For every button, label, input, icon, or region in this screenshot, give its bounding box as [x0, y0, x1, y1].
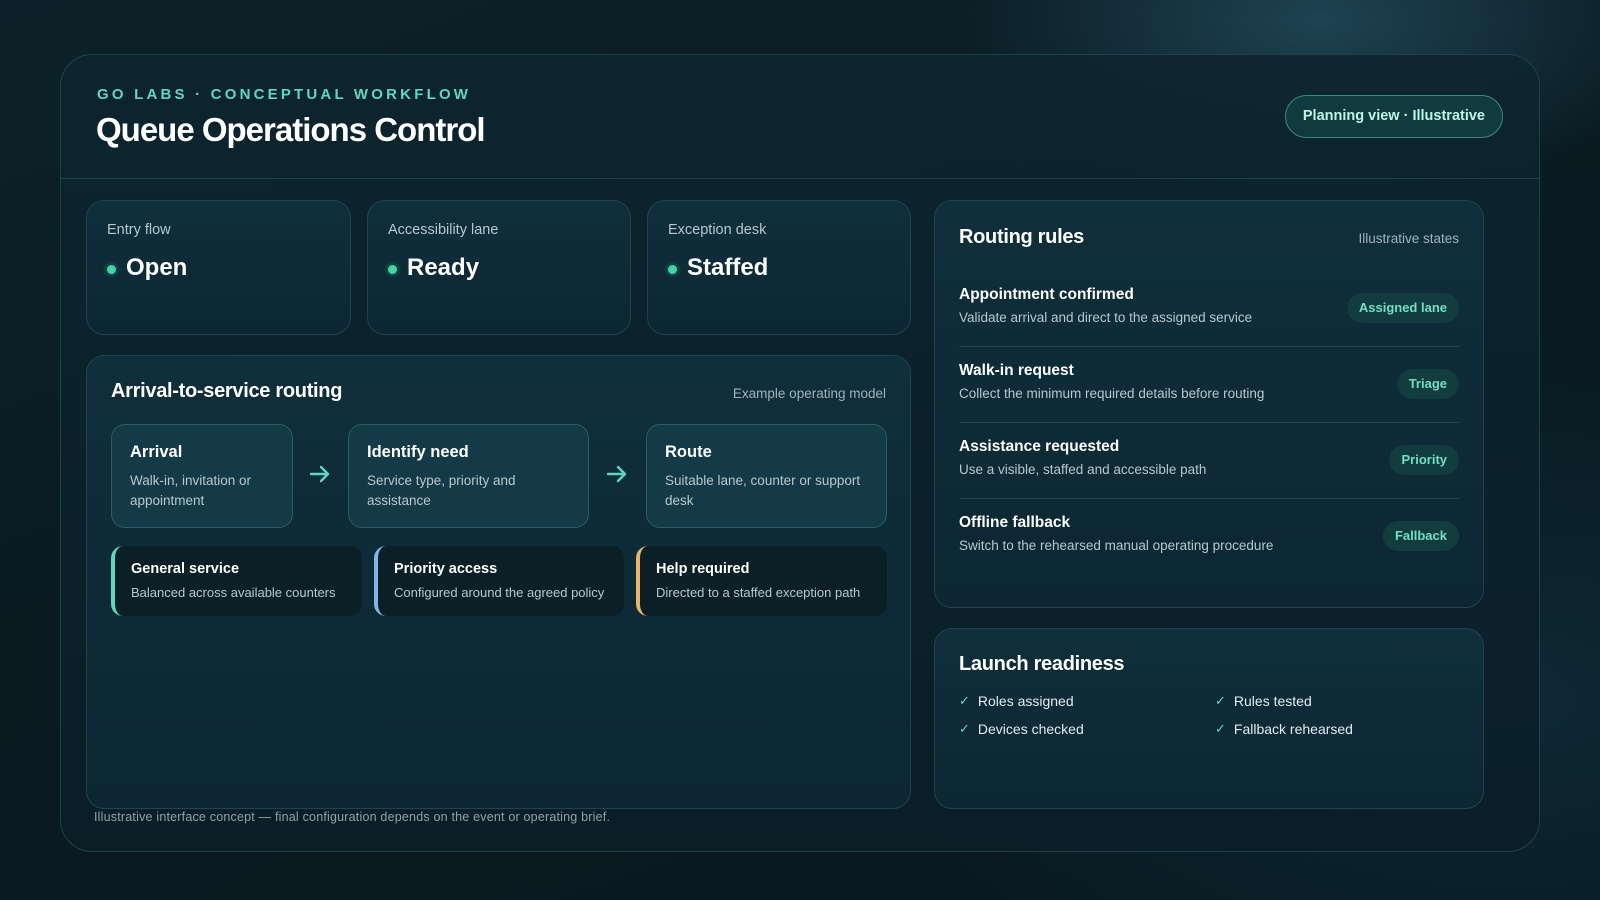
- stat-label: Accessibility lane: [388, 222, 499, 238]
- page-title: Queue Operations Control: [96, 111, 486, 148]
- rule-desc: Switch to the rehearsed manual operating…: [959, 538, 1274, 553]
- routing-panel: Arrival-to-service routing Example opera…: [86, 355, 911, 809]
- step-desc: Suitable lane, counter or support desk: [665, 473, 861, 508]
- rules-note: Illustrative states: [1358, 231, 1459, 246]
- stat-value: Ready: [388, 254, 479, 282]
- stat-value-text: Ready: [407, 254, 480, 281]
- step-title: Route: [665, 443, 712, 461]
- checklist-item: ✓ Devices checked: [959, 721, 1084, 737]
- stat-value-text: Open: [126, 254, 188, 281]
- lane-desc: Configured around the agreed policy: [394, 585, 605, 600]
- routing-title: Arrival-to-service routing: [111, 380, 343, 402]
- checklist-item: ✓ Rules tested: [1215, 693, 1312, 709]
- rule-tag: Priority: [1389, 445, 1459, 475]
- lane-desc: Balanced across available counters: [131, 585, 336, 600]
- check-icon: ✓: [959, 693, 970, 708]
- lane-desc: Directed to a staffed exception path: [656, 585, 861, 600]
- status-dot-icon: [107, 265, 116, 274]
- status-dot-icon: [388, 265, 397, 274]
- header: GO LABS · CONCEPTUAL WORKFLOW Queue Oper…: [61, 55, 1539, 179]
- stat-value: Open: [107, 254, 187, 282]
- rules-title: Routing rules: [959, 226, 1084, 248]
- lane-title: Help required: [656, 561, 750, 577]
- rule-tag: Fallback: [1382, 521, 1459, 551]
- step-card-identify-need: Identify need Service type, priority and…: [348, 424, 589, 528]
- step-card-arrival: Arrival Walk-in, invitation or appointme…: [111, 424, 293, 528]
- step-desc: Walk-in, invitation or appointment: [130, 473, 252, 508]
- readiness-title: Launch readiness: [959, 653, 1125, 675]
- stat-value: Staffed: [668, 254, 768, 282]
- eyebrow-label: GO LABS · CONCEPTUAL WORKFLOW: [97, 86, 472, 103]
- checklist-item: ✓ Roles assigned: [959, 693, 1074, 709]
- stat-card-accessibility-lane: Accessibility lane Ready: [367, 200, 631, 335]
- rule-title: Appointment confirmed: [959, 286, 1134, 303]
- stat-card-entry-flow: Entry flow Open: [86, 200, 351, 335]
- rule-row[interactable]: Offline fallback Switch to the rehearsed…: [959, 499, 1459, 575]
- rule-tag: Triage: [1396, 369, 1459, 399]
- checklist-item-label: Fallback rehearsed: [1233, 721, 1353, 737]
- rule-title: Offline fallback: [959, 514, 1071, 531]
- rule-desc: Use a visible, staffed and accessible pa…: [959, 462, 1207, 477]
- check-icon: ✓: [1215, 721, 1226, 736]
- step-card-route: Route Suitable lane, counter or support …: [646, 424, 887, 528]
- step-desc: Service type, priority and assistance: [367, 473, 516, 508]
- check-icon: ✓: [959, 721, 970, 736]
- checklist-item-label: Roles assigned: [977, 693, 1074, 709]
- rule-row[interactable]: Walk-in request Collect the minimum requ…: [959, 347, 1459, 423]
- rule-tag: Assigned lane: [1346, 293, 1459, 323]
- arrow-right-icon: [606, 465, 627, 483]
- lane-title: Priority access: [394, 561, 498, 577]
- view-mode-badge[interactable]: Planning view · Illustrative: [1284, 95, 1503, 138]
- rule-desc: Collect the minimum required details bef…: [959, 386, 1265, 401]
- stat-label: Exception desk: [668, 222, 767, 238]
- rule-row[interactable]: Assistance requested Use a visible, staf…: [959, 423, 1459, 499]
- footer-disclaimer: Illustrative interface concept — final c…: [94, 810, 611, 824]
- dashboard-frame: GO LABS · CONCEPTUAL WORKFLOW Queue Oper…: [60, 54, 1540, 852]
- routing-note: Example operating model: [732, 386, 886, 401]
- checklist-item: ✓ Fallback rehearsed: [1215, 721, 1353, 737]
- arrow-right-icon: [309, 465, 330, 483]
- lane-priority-access: Priority access Configured around the ag…: [374, 546, 624, 616]
- step-title: Arrival: [130, 443, 183, 461]
- check-icon: ✓: [1215, 693, 1226, 708]
- launch-readiness-panel: Launch readiness ✓ Roles assigned ✓ Rule…: [934, 628, 1484, 809]
- lane-title: General service: [131, 561, 240, 577]
- lane-help-required: Help required Directed to a staffed exce…: [636, 546, 887, 616]
- step-title: Identify need: [367, 443, 469, 461]
- rule-title: Walk-in request: [959, 362, 1074, 379]
- checklist-item-label: Rules tested: [1233, 693, 1312, 709]
- stat-label: Entry flow: [107, 222, 171, 238]
- routing-rules-panel: Routing rules Illustrative states Appoin…: [934, 200, 1484, 608]
- lane-general-service: General service Balanced across availabl…: [111, 546, 362, 616]
- stat-card-exception-desk: Exception desk Staffed: [647, 200, 911, 335]
- rule-row[interactable]: Appointment confirmed Validate arrival a…: [959, 271, 1459, 347]
- status-dot-icon: [668, 265, 677, 274]
- rule-desc: Validate arrival and direct to the assig…: [959, 310, 1253, 325]
- checklist-item-label: Devices checked: [977, 721, 1084, 737]
- stat-value-text: Staffed: [687, 254, 769, 281]
- rule-title: Assistance requested: [959, 438, 1120, 455]
